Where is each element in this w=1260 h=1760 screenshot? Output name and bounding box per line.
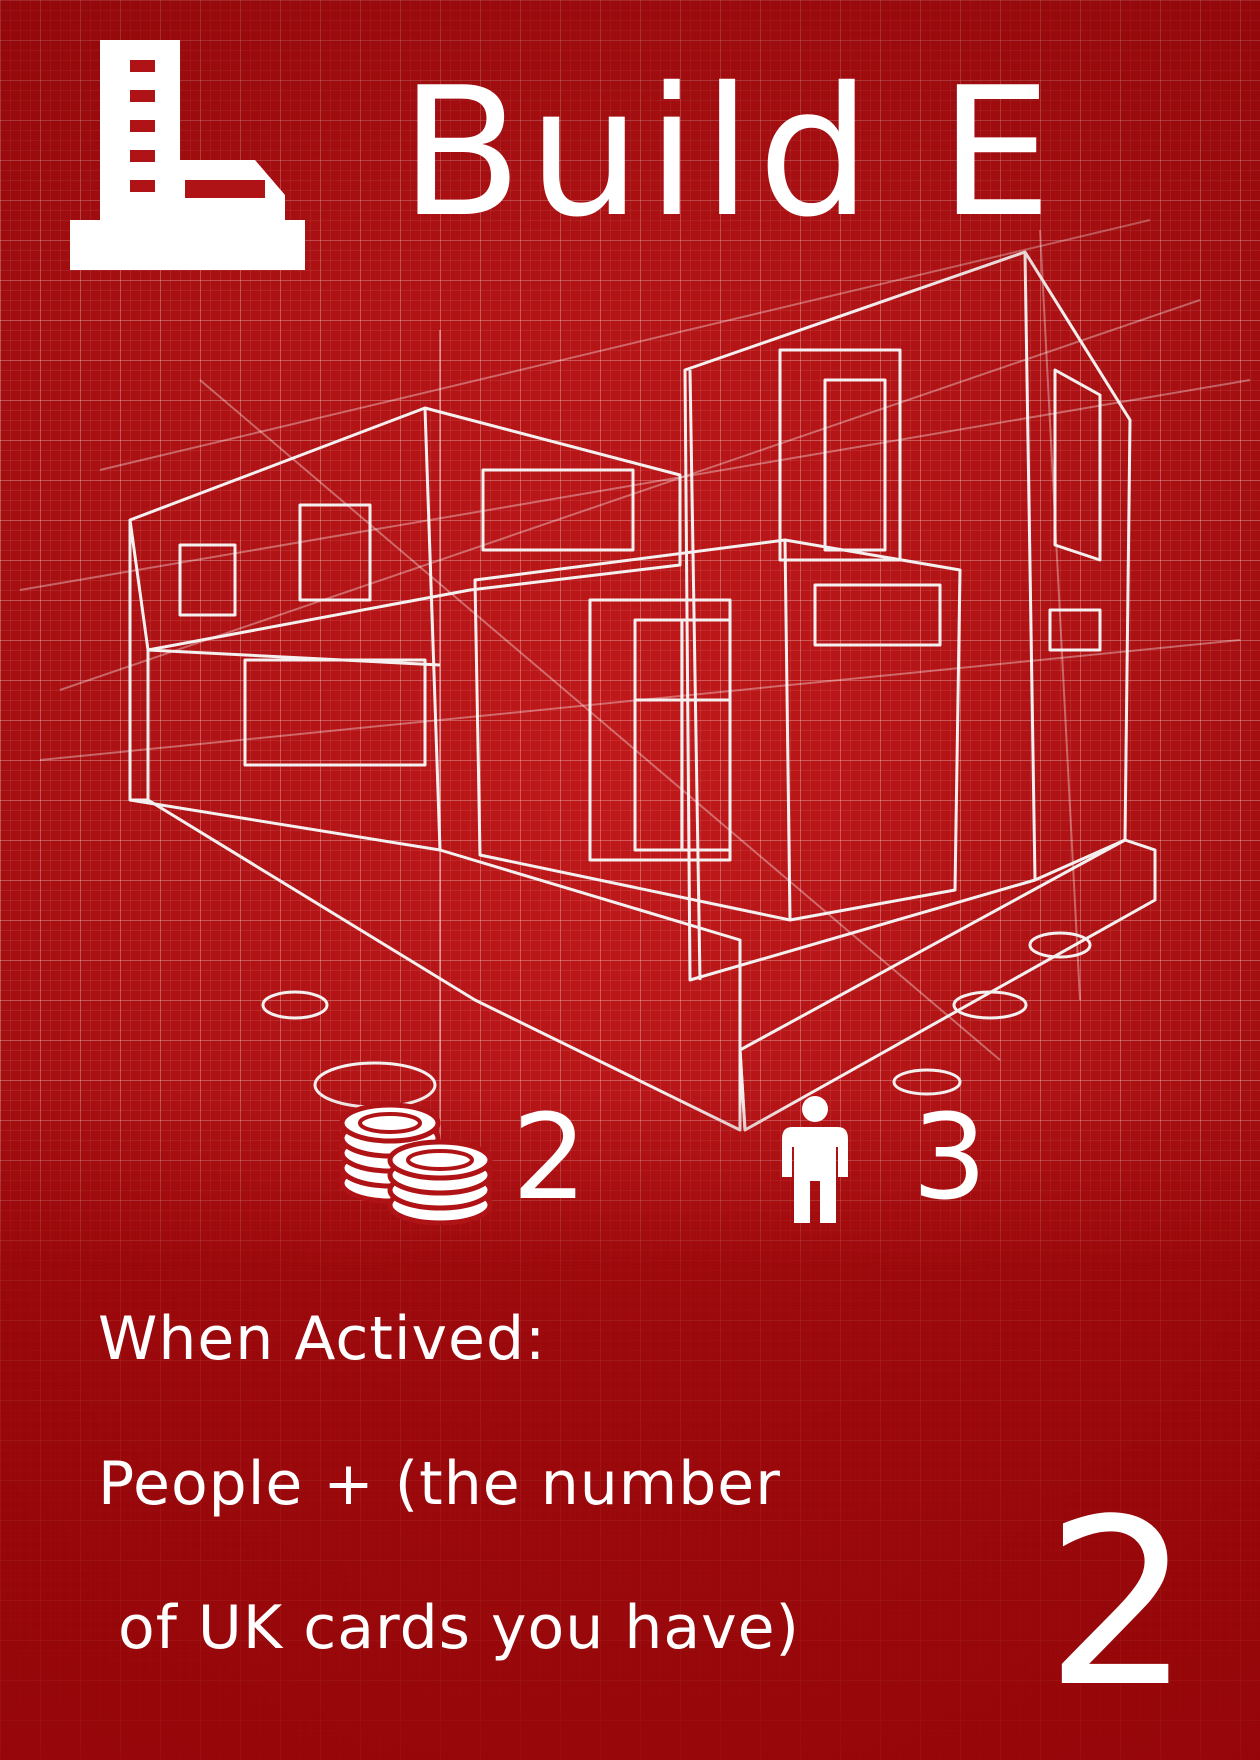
building-icon [70,40,305,270]
effect-text-line-2: of UK cards you have) [118,1593,800,1663]
card-corner-number: 2 [1045,1471,1192,1738]
card-title: Build E [400,49,1058,256]
game-card[interactable]: Build E 2 3 When Actived: People + (the … [0,0,1260,1760]
people-value: 3 [912,1088,988,1226]
coin-cost-value: 2 [512,1088,588,1226]
coin-stack-icon [339,1102,493,1225]
person-icon [782,1096,848,1223]
effect-text-line-1: People + (the number [98,1449,781,1519]
effect-heading: When Actived: [98,1304,547,1374]
